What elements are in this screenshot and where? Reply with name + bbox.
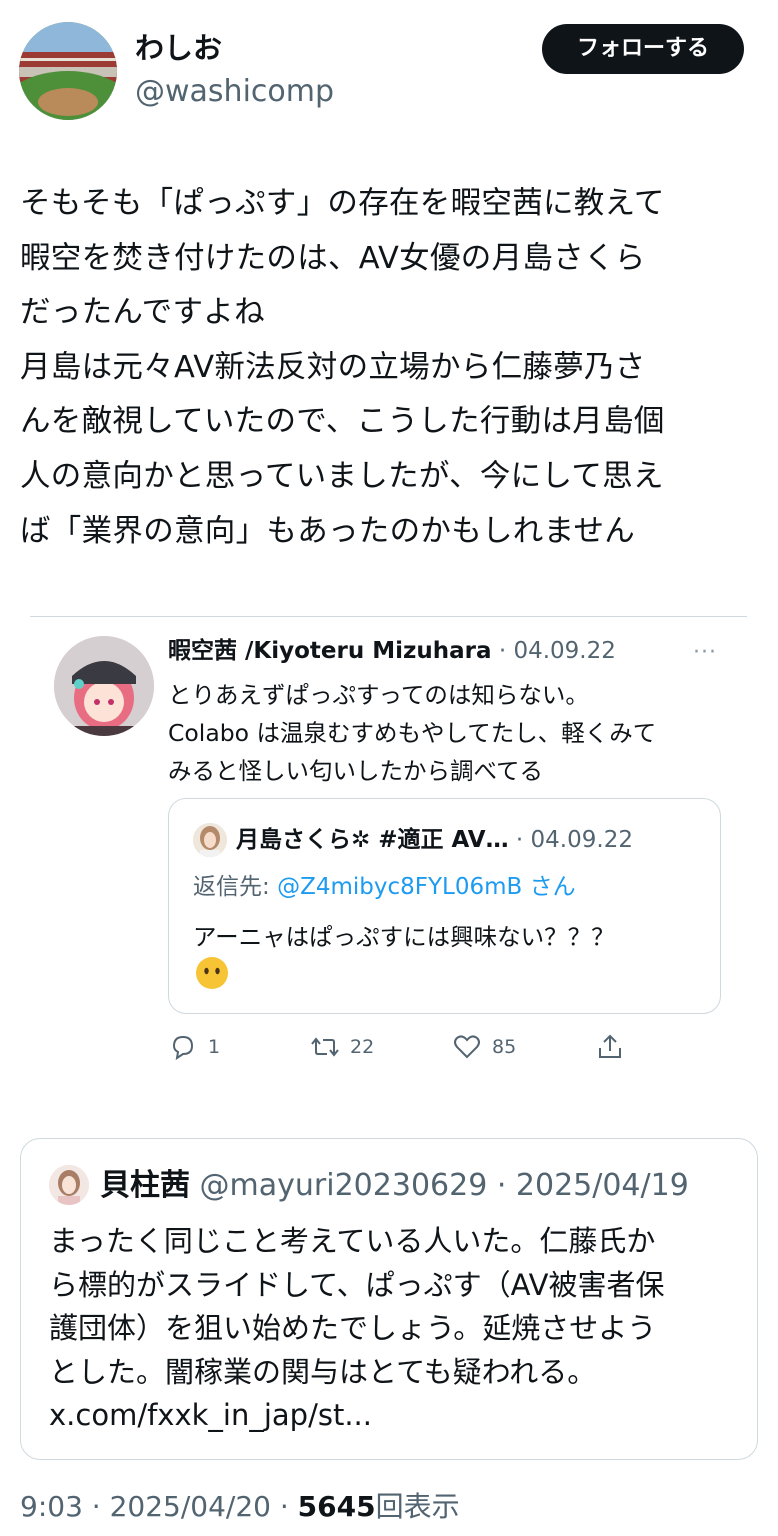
card-header: 貝柱茜 @mayuri20230629 · 2025/04/19 <box>100 1166 689 1206</box>
divider <box>30 616 747 617</box>
card-text: まったく同じこと考えている人いた。仁藤氏か ら標的がスライドして、ぱっぷす（AV… <box>49 1224 665 1432</box>
reply-to-handle[interactable]: @Z4mibyc8FYL06mB さん <box>277 874 576 900</box>
heart-icon <box>454 1035 480 1059</box>
reply-count: 1 <box>208 1036 221 1058</box>
reply-to-label: 返信先: <box>193 874 270 900</box>
inner-author-avatar[interactable] <box>193 823 227 857</box>
view-count: 5645 <box>297 1490 376 1523</box>
timestamp-views: 9:03 · 2025/04/20 · 5645回表示 <box>20 1487 460 1527</box>
quoted-date[interactable]: · 04.09.22 <box>499 638 616 664</box>
card-author-name[interactable]: 貝柱茜 <box>100 1168 190 1203</box>
author-avatar[interactable] <box>19 22 117 120</box>
quoted-author-avatar[interactable] <box>54 636 154 736</box>
author-display-name[interactable]: わしお <box>135 30 222 66</box>
share-icon <box>599 1034 621 1058</box>
views-label: 回表示 <box>375 1490 460 1523</box>
retweet-icon <box>311 1037 339 1057</box>
reply-to-line: 返信先: @Z4mibyc8FYL06mB さん <box>193 870 576 904</box>
reply-action[interactable]: 1 <box>168 1030 220 1064</box>
card-author-meta[interactable]: @mayuri20230629 · 2025/04/19 <box>200 1168 689 1203</box>
card-author-avatar[interactable] <box>49 1165 89 1205</box>
retweet-count: 22 <box>350 1036 375 1058</box>
quoted-text: とりあえずぱっぷすってのは知らない。 Colabo は温泉むすめもやしてたし、軽… <box>168 681 657 785</box>
inner-date[interactable]: · 04.09.22 <box>516 827 633 853</box>
follow-button[interactable]: フォローする <box>542 24 744 74</box>
neutral-face-emoji-icon <box>195 956 229 990</box>
author-handle[interactable]: @washicomp <box>135 74 334 110</box>
tweet-text: そもそも「ぱっぷす」の存在を暇空茜に教えて 暇空を焚き付けたのは、AV女優の月島… <box>20 186 665 549</box>
quoted-header: 暇空茜 /Kiyoteru Mizuhara · 04.09.22 <box>168 635 616 667</box>
reply-icon <box>172 1035 194 1061</box>
share-action[interactable] <box>595 1030 625 1064</box>
like-count: 85 <box>492 1036 517 1058</box>
inner-text: アーニャはぱっぷすには興味ない？？？ <box>193 923 615 951</box>
retweet-action[interactable]: 22 <box>310 1030 374 1064</box>
quoted-author-name[interactable]: 暇空茜 /Kiyoteru Mizuhara <box>168 638 492 664</box>
inner-author-name[interactable]: 月島さくら✲ #適正 AV… <box>236 827 509 853</box>
post-timestamp[interactable]: 9:03 · 2025/04/20 · <box>20 1490 298 1523</box>
more-options-icon[interactable]: ··· <box>693 640 717 665</box>
inner-header: 月島さくら✲ #適正 AV… · 04.09.22 <box>236 823 633 857</box>
like-action[interactable]: 85 <box>452 1030 516 1064</box>
